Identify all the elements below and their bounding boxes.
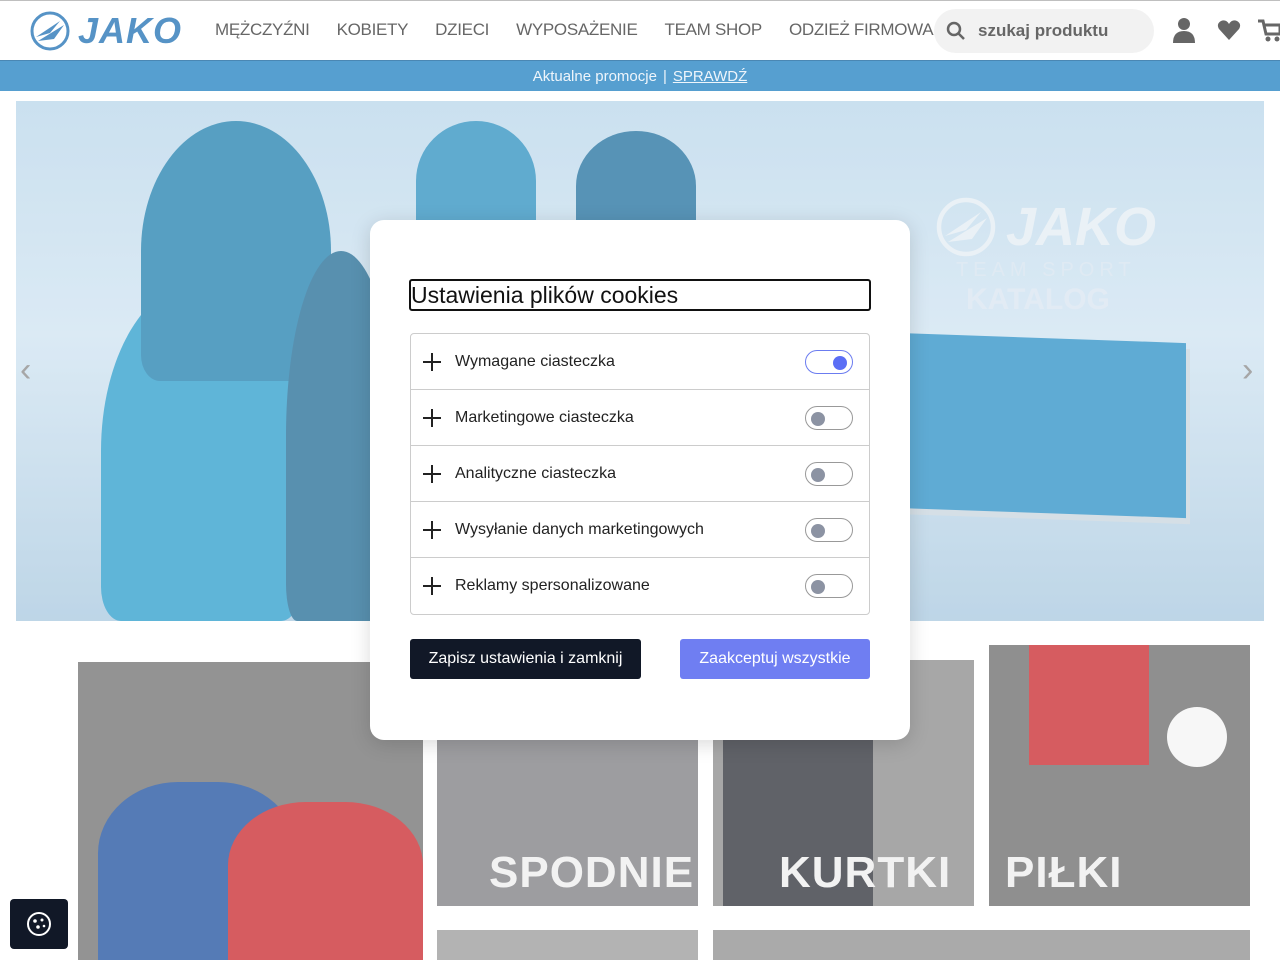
cookie-category-label: Wymagane ciasteczka: [455, 352, 615, 370]
toggle-knob: [811, 580, 825, 594]
toggle-marketing[interactable]: [805, 405, 853, 430]
cookie-icon: [27, 912, 51, 936]
toggle-analytics[interactable]: [805, 461, 853, 486]
cookie-category-required[interactable]: Wymagane ciasteczka: [411, 334, 869, 390]
plus-icon[interactable]: [423, 520, 441, 539]
plus-icon[interactable]: [423, 464, 441, 483]
cookie-settings-modal: Ustawienia plików cookies Wymagane ciast…: [370, 220, 910, 740]
cookie-category-marketing[interactable]: Marketingowe ciasteczka: [411, 390, 869, 446]
toggle-required[interactable]: [805, 349, 853, 374]
cookie-category-label: Marketingowe ciasteczka: [455, 408, 634, 426]
plus-icon[interactable]: [423, 577, 441, 595]
cookie-category-analytics[interactable]: Analityczne ciasteczka: [411, 446, 869, 502]
toggle-knob: [811, 523, 825, 538]
toggle-knob: [811, 467, 825, 482]
toggle-personalized-ads[interactable]: [805, 574, 853, 598]
cookie-category-label: Reklamy spersonalizowane: [455, 577, 650, 594]
cookie-category-marketing-data[interactable]: Wysyłanie danych marketingowych: [411, 502, 869, 558]
plus-icon[interactable]: [423, 408, 441, 427]
toggle-knob: [833, 355, 847, 370]
cookie-settings-button[interactable]: [10, 899, 68, 949]
plus-icon[interactable]: [423, 352, 441, 371]
toggle-marketing-data[interactable]: [805, 517, 853, 542]
toggle-knob: [811, 411, 825, 426]
modal-title: Ustawienia plików cookies: [409, 279, 871, 311]
cookie-category-label: Wysyłanie danych marketingowych: [455, 520, 704, 538]
save-settings-button[interactable]: Zapisz ustawienia i zamknij: [410, 639, 641, 679]
cookie-category-list: Wymagane ciasteczka Marketingowe ciastec…: [410, 333, 870, 615]
cookie-category-label: Analityczne ciasteczka: [455, 464, 616, 482]
cookie-category-personalized-ads[interactable]: Reklamy spersonalizowane: [411, 558, 869, 614]
accept-all-button[interactable]: Zaakceptuj wszystkie: [680, 639, 870, 679]
